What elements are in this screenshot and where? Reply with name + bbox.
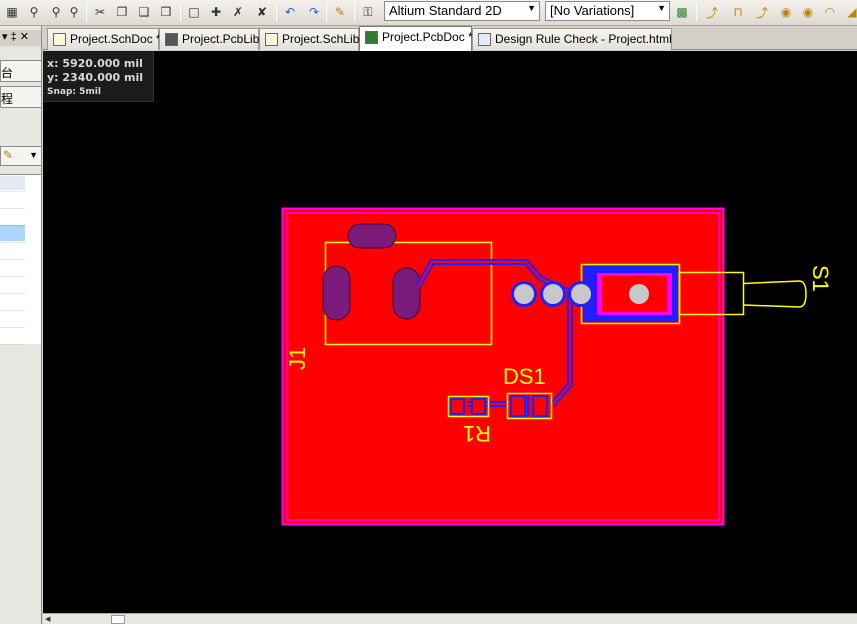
j1-pad[interactable] (322, 265, 351, 321)
j1-pad[interactable] (392, 267, 421, 320)
arc-icon[interactable]: ◠ (820, 2, 840, 22)
panel-button-label: 程 (1, 92, 14, 106)
pcb-doc-icon (365, 31, 378, 44)
variations-select[interactable]: [No Variations] ▼ (545, 1, 670, 21)
tab-project-pcblib[interactable]: Project.PcbLib (159, 28, 259, 50)
view-mode-select[interactable]: Altium Standard 2D ▼ (384, 1, 540, 21)
lock-icon[interactable]: ⚿ (358, 2, 378, 22)
pencil-icon[interactable]: ✎ (330, 2, 350, 22)
pad-icon[interactable]: ◉ (776, 2, 796, 22)
cut-icon[interactable]: ✂ (90, 2, 110, 22)
move-icon[interactable]: ✚ (206, 2, 226, 22)
ds1-pad[interactable] (532, 395, 548, 417)
r1-pad[interactable] (450, 398, 465, 415)
s1-actuator-silkscreen (743, 280, 807, 308)
copy-icon[interactable]: ❐ (112, 2, 132, 22)
chevron-down-icon: ▼ (29, 150, 38, 160)
scroll-thumb[interactable] (111, 615, 125, 624)
variations-value: [No Variations] (550, 3, 635, 18)
th-pad[interactable] (514, 284, 534, 304)
toolbar-separator (354, 3, 355, 22)
toolbar-separator (326, 3, 327, 22)
zoom-fit-icon[interactable]: ⚲ (24, 2, 44, 22)
th-pad[interactable] (543, 284, 563, 304)
j1-pad[interactable] (347, 223, 397, 249)
panel-button-project[interactable]: 程 (0, 86, 41, 108)
document-tabs: Project.SchDoc * Project.PcbLib Project.… (43, 26, 857, 51)
toolbar: ▦ ⚲ ⚲ ⚲ ✂ ❐ ❑ ❒ □ ✚ ✗ ✘ ↶ ↷ ✎ ⚿ Altium S… (0, 0, 857, 26)
tab-label: Project.PcbDoc * (382, 30, 473, 44)
route-icon[interactable]: ⤴ (702, 2, 722, 22)
panel-tree (0, 174, 41, 345)
designator-s1: S1 (808, 265, 833, 292)
via-icon[interactable]: ◉ (798, 2, 818, 22)
undo-icon[interactable]: ↶ (280, 2, 300, 22)
redo-icon[interactable]: ↷ (304, 2, 324, 22)
s1-hole (629, 284, 649, 304)
tab-label: Project.SchLib (282, 32, 360, 46)
r1-pad[interactable] (471, 398, 486, 415)
tree-grid (0, 175, 25, 345)
rubber-stamp-icon[interactable]: ❒ (156, 2, 176, 22)
tab-drc-report[interactable]: Design Rule Check - Project.html (472, 28, 672, 50)
layer-icon[interactable]: ▩ (672, 2, 692, 22)
panel-button-label: 台 (1, 66, 14, 80)
paste-icon[interactable]: ❑ (134, 2, 154, 22)
pcb-library-icon (165, 33, 178, 46)
tab-label: Design Rule Check - Project.html (495, 32, 672, 46)
toolbar-separator (180, 3, 181, 22)
panel-empty-area (0, 356, 41, 624)
designator-r1: R1 (463, 421, 491, 446)
view-mode-value: Altium Standard 2D (389, 3, 502, 18)
tab-label: Project.PcbLib (182, 32, 260, 46)
clear-icon[interactable]: ✘ (252, 2, 272, 22)
zoom-icon[interactable]: ⚲ (64, 2, 84, 22)
fill-icon[interactable]: ◢ (842, 2, 857, 22)
tab-project-schdoc[interactable]: Project.SchDoc * (47, 28, 161, 50)
pcb-canvas[interactable]: x: 5920.000 mil y: 2340.000 mil Snap: 5m… (43, 51, 857, 613)
html-doc-icon (478, 33, 491, 46)
horizontal-scrollbar[interactable]: ◀ (43, 613, 857, 624)
diff-pair-icon[interactable]: ⤴ (752, 2, 772, 22)
projects-panel: ▾ ‡ ✕ 台 程 ✎ ▼ (0, 26, 42, 624)
toolbar-separator (276, 3, 277, 22)
toolbar-separator (696, 3, 697, 22)
altium-window: ▦ ⚲ ⚲ ⚲ ✂ ❐ ❑ ❒ □ ✚ ✗ ✘ ↶ ↷ ✎ ⚿ Altium S… (0, 0, 857, 624)
schematic-library-icon (265, 33, 278, 46)
ds1-pad[interactable] (510, 395, 526, 417)
toolbar-separator (86, 3, 87, 22)
designator-ds1: DS1 (503, 364, 546, 389)
scroll-left-icon[interactable]: ◀ (45, 616, 53, 623)
tab-project-schlib[interactable]: Project.SchLib (259, 28, 359, 50)
tab-project-pcbdoc[interactable]: Project.PcbDoc * (359, 26, 473, 51)
tab-label: Project.SchDoc * (70, 32, 161, 46)
th-pad[interactable] (571, 284, 591, 304)
deselect-icon[interactable]: ✗ (228, 2, 248, 22)
panel-dropdown[interactable]: ✎ ▼ (0, 146, 41, 166)
panel-header-controls[interactable]: ▾ ‡ ✕ (0, 30, 41, 46)
chevron-down-icon: ▼ (657, 3, 666, 13)
select-inside-icon[interactable]: □ (184, 2, 204, 22)
pcb-drawing: J1 S1 DS1 R1 (281, 207, 833, 526)
interactive-route-icon[interactable]: ⊓ (728, 2, 748, 22)
designator-j1: J1 (285, 347, 310, 370)
file-view-icon: ✎ (3, 148, 14, 162)
schematic-doc-icon (53, 33, 66, 46)
panel-button-workspace[interactable]: 台 (0, 60, 41, 82)
zoom-selected-icon[interactable]: ⚲ (46, 2, 66, 22)
chevron-down-icon: ▼ (527, 3, 536, 13)
select-area-icon[interactable]: ▦ (2, 2, 22, 22)
